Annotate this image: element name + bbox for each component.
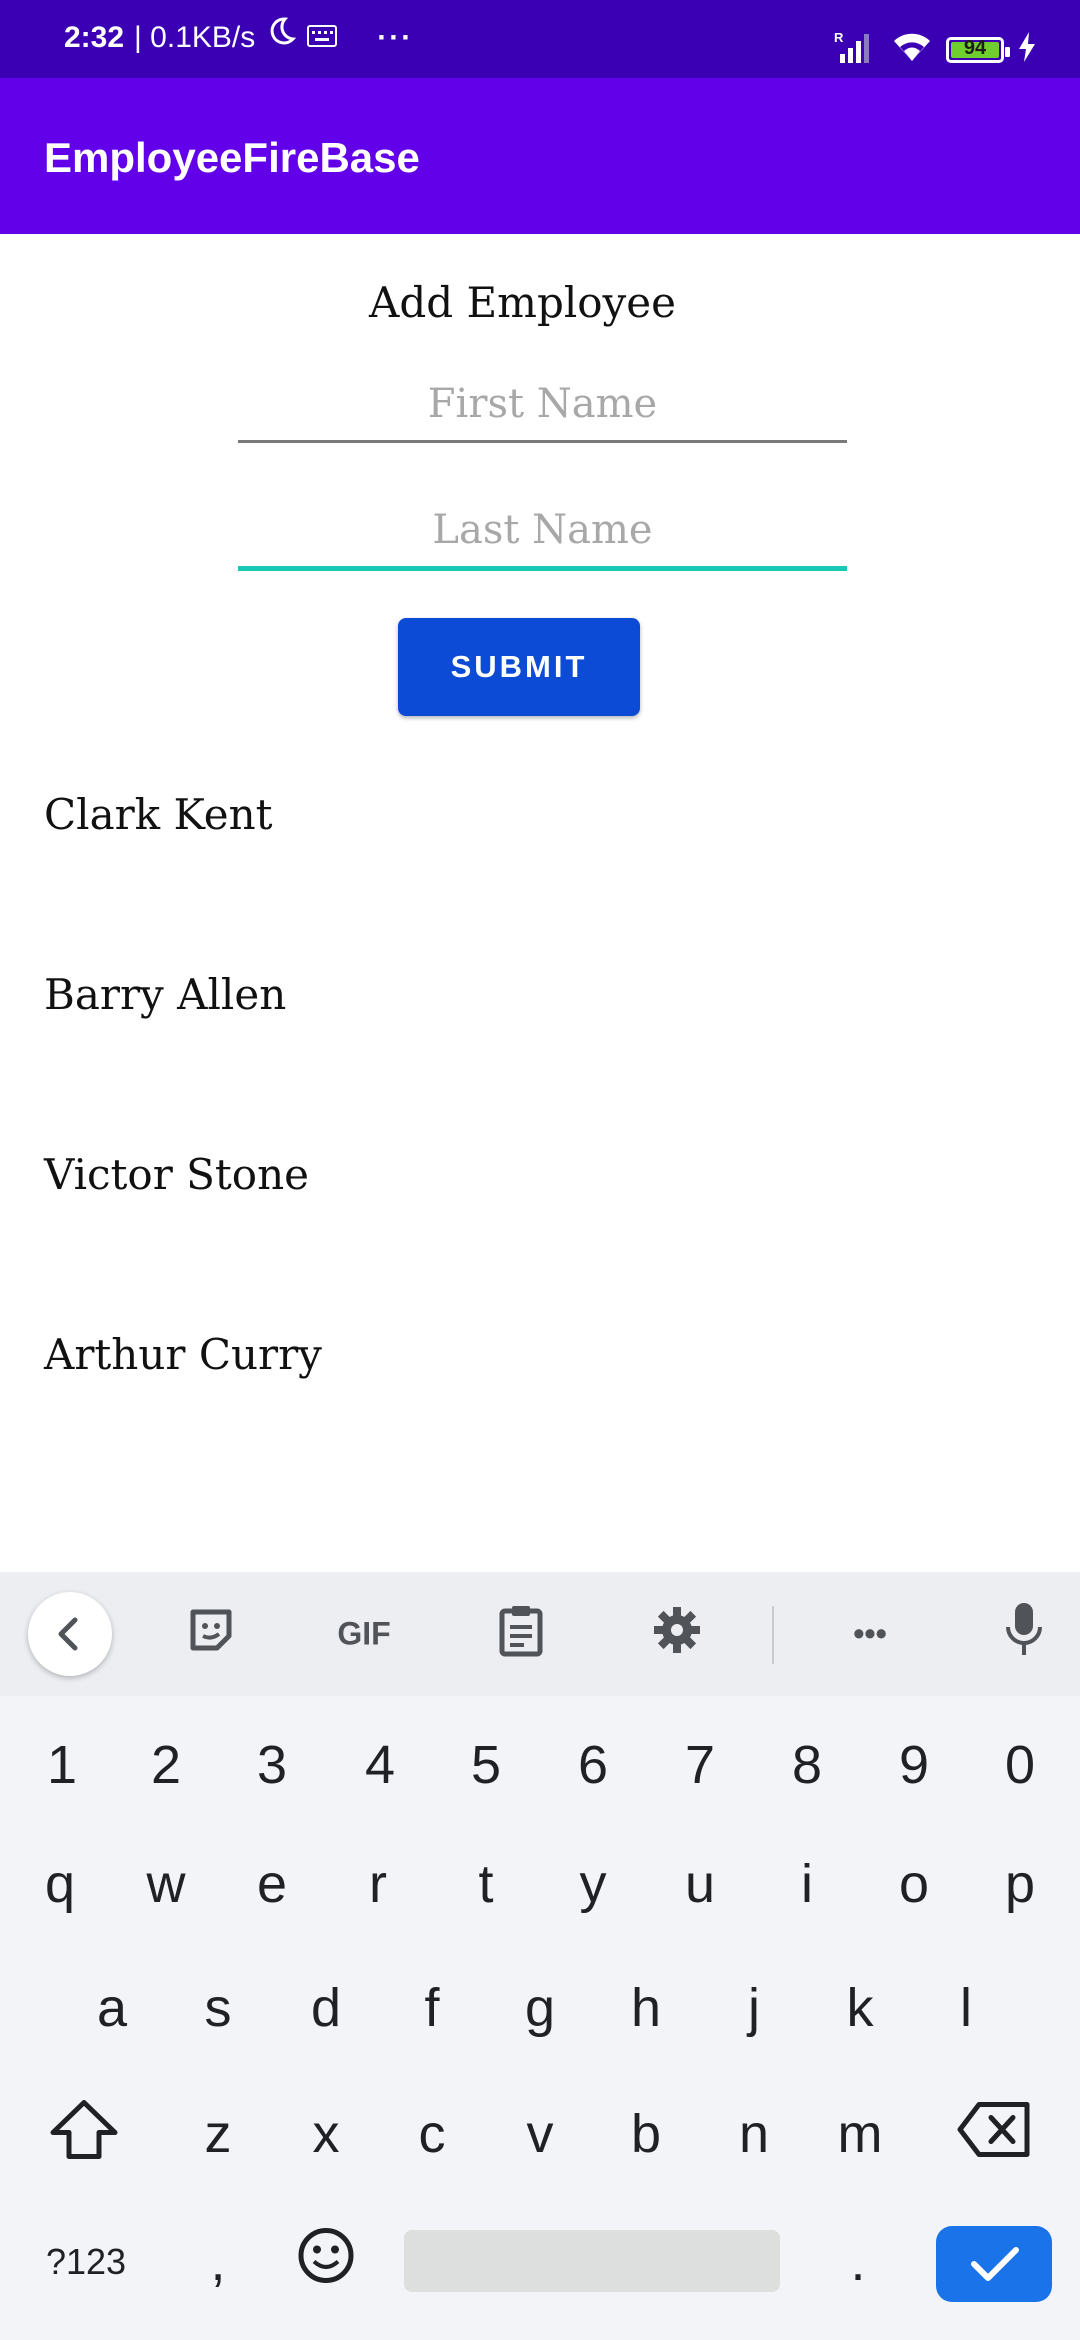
key-w[interactable]: w — [147, 1853, 186, 1915]
key-u[interactable]: u — [685, 1853, 715, 1915]
key-i[interactable]: i — [801, 1853, 813, 1915]
moon-icon — [265, 0, 297, 88]
key-z[interactable]: z — [205, 2103, 232, 2165]
shift-key[interactable] — [49, 2099, 119, 2174]
sticker-icon[interactable] — [187, 1606, 235, 1662]
clipboard-icon[interactable] — [499, 1603, 543, 1665]
more-notifications-dots: ··· — [377, 21, 414, 54]
battery-icon: 94 — [946, 36, 1010, 63]
microphone-icon[interactable] — [1004, 1601, 1044, 1667]
key-v[interactable]: v — [527, 2103, 554, 2165]
key-g[interactable]: g — [525, 1977, 555, 2039]
key-m[interactable]: m — [838, 2103, 883, 2165]
shift-icon — [50, 2100, 118, 2159]
gear-icon[interactable] — [652, 1605, 702, 1663]
key-q[interactable]: q — [45, 1853, 75, 1915]
key-h[interactable]: h — [631, 1977, 661, 2039]
last-name-input[interactable] — [238, 494, 847, 571]
first-name-input[interactable] — [238, 368, 847, 443]
key-2[interactable]: 2 — [151, 1734, 181, 1796]
keyboard-back-button[interactable] — [28, 1592, 112, 1676]
key-a[interactable]: a — [97, 1977, 127, 2039]
network-speed: | 0.1KB/s — [134, 21, 256, 54]
cell-signal-icon: R — [834, 30, 878, 69]
app-title: EmployeeFireBase — [44, 134, 420, 181]
key-1[interactable]: 1 — [47, 1734, 77, 1796]
soft-keyboard: GIF ••• 1 2 3 4 5 6 7 8 9 0 q w e r t y … — [0, 1572, 1080, 2340]
symbols-key[interactable]: ?123 — [46, 2241, 126, 2283]
gif-button[interactable]: GIF — [337, 1616, 390, 1653]
comma-key[interactable]: , — [210, 2231, 225, 2293]
backspace-icon — [957, 2102, 1030, 2157]
wifi-icon — [892, 31, 932, 68]
list-item[interactable]: Arthur Curry — [44, 1330, 322, 1379]
space-bar[interactable] — [404, 2230, 780, 2292]
key-4[interactable]: 4 — [365, 1734, 395, 1796]
enter-key[interactable] — [936, 2226, 1052, 2302]
app-bar: EmployeeFireBase — [0, 78, 1080, 234]
list-item[interactable]: Clark Kent — [44, 790, 273, 839]
key-d[interactable]: d — [311, 1977, 341, 2039]
emoji-icon — [298, 2228, 354, 2283]
key-l[interactable]: l — [960, 1977, 972, 2039]
key-c[interactable]: c — [419, 2103, 446, 2165]
key-b[interactable]: b — [631, 2103, 661, 2165]
key-e[interactable]: e — [257, 1853, 287, 1915]
key-s[interactable]: s — [205, 1977, 232, 2039]
status-time: 2:32 — [64, 21, 125, 54]
signal-label: R — [834, 30, 844, 45]
key-8[interactable]: 8 — [792, 1734, 822, 1796]
key-5[interactable]: 5 — [471, 1734, 501, 1796]
key-x[interactable]: x — [313, 2103, 340, 2165]
checkmark-icon — [971, 2247, 1019, 2281]
key-7[interactable]: 7 — [685, 1734, 715, 1796]
key-p[interactable]: p — [1005, 1853, 1035, 1915]
key-3[interactable]: 3 — [257, 1734, 287, 1796]
chevron-left-icon — [58, 1617, 78, 1651]
key-y[interactable]: y — [580, 1853, 607, 1915]
key-o[interactable]: o — [899, 1853, 929, 1915]
keyboard-toolbar: GIF ••• — [0, 1572, 1080, 1696]
charging-icon — [1018, 32, 1036, 67]
key-f[interactable]: f — [424, 1977, 439, 2039]
toolbar-divider — [772, 1606, 774, 1664]
keyboard-icon — [307, 0, 338, 88]
form-heading: Add Employee — [369, 278, 676, 327]
battery-level: 94 — [963, 36, 987, 59]
key-n[interactable]: n — [739, 2103, 769, 2165]
emoji-key[interactable] — [297, 2227, 355, 2298]
more-options-button[interactable]: ••• — [853, 1616, 887, 1653]
key-t[interactable]: t — [478, 1853, 493, 1915]
period-key[interactable]: . — [850, 2231, 865, 2293]
status-bar: 2:32 | 0.1KB/s ··· R 94 — [0, 0, 1080, 78]
key-r[interactable]: r — [369, 1853, 387, 1915]
list-item[interactable]: Barry Allen — [44, 970, 286, 1019]
key-k[interactable]: k — [847, 1977, 874, 2039]
key-j[interactable]: j — [748, 1977, 760, 2039]
key-0[interactable]: 0 — [1005, 1734, 1035, 1796]
list-item[interactable]: Victor Stone — [44, 1150, 309, 1199]
key-9[interactable]: 9 — [899, 1734, 929, 1796]
key-6[interactable]: 6 — [578, 1734, 608, 1796]
submit-button[interactable]: SUBMIT — [398, 618, 640, 716]
backspace-key[interactable] — [957, 2101, 1031, 2172]
